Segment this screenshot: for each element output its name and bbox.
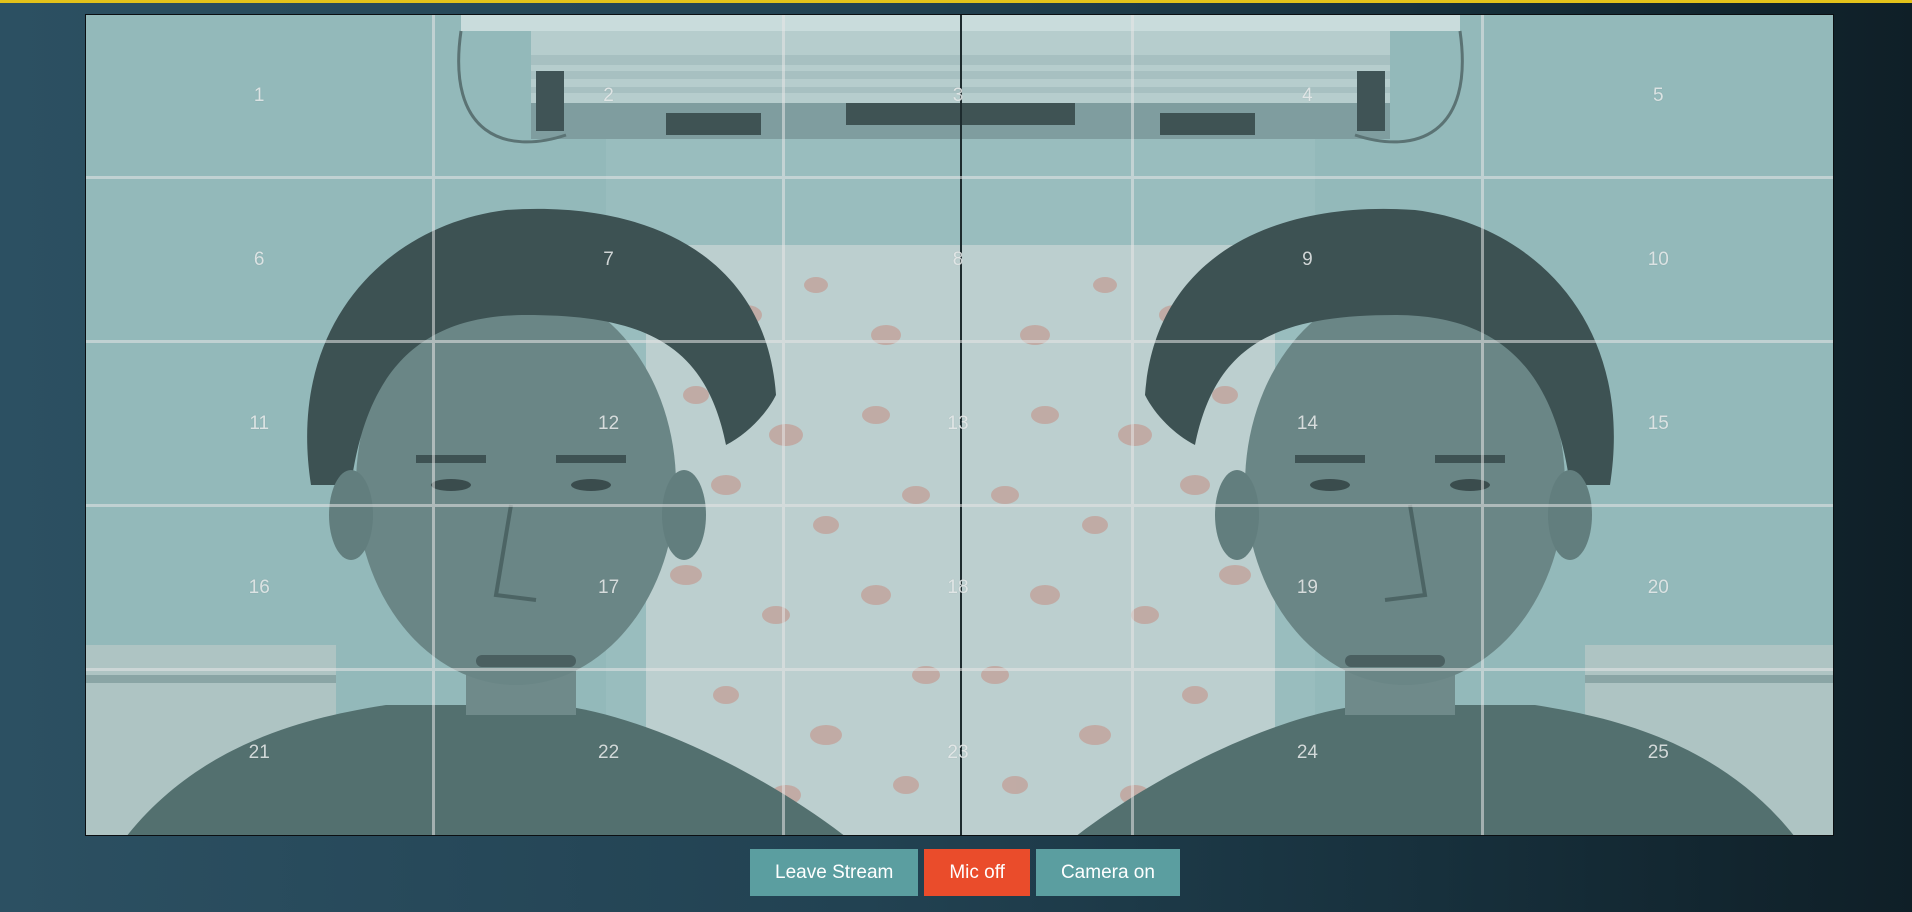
grid-overlay: 1 2 3 4 5 6 7 8 9 10 11 12 13 14 15 16 1… <box>86 15 1833 835</box>
grid-cell-number: 18 <box>947 576 969 598</box>
grid-cell-number: 15 <box>1647 412 1669 434</box>
grid-cell-number: 14 <box>1296 412 1318 434</box>
grid-cell-number: 21 <box>248 742 270 763</box>
grid-cell-8[interactable]: 8 <box>784 179 1135 343</box>
grid-cell-6[interactable]: 6 <box>86 179 436 343</box>
grid-cell-number: 8 <box>952 248 964 270</box>
grid-cell-number: 20 <box>1647 576 1669 598</box>
grid-cell-number: 25 <box>1647 742 1669 763</box>
mic-off-button[interactable]: Mic off <box>924 849 1030 896</box>
grid-cell-3[interactable]: 3 <box>784 15 1135 179</box>
grid-cell-2[interactable]: 2 <box>435 15 785 179</box>
grid-cell-18[interactable]: 18 <box>784 507 1135 671</box>
grid-cell-25[interactable]: 25 <box>1484 671 1833 835</box>
grid-cell-number: 24 <box>1296 742 1318 763</box>
grid-cell-number: 1 <box>253 84 265 106</box>
grid-cell-20[interactable]: 20 <box>1483 507 1833 671</box>
grid-cell-number: 17 <box>598 576 620 598</box>
grid-cell-number: 3 <box>952 84 964 106</box>
grid-cell-number: 4 <box>1302 84 1313 106</box>
video-stream: 1 2 3 4 5 6 7 8 9 10 11 12 13 14 15 16 1… <box>85 14 1834 836</box>
grid-cell-17[interactable]: 17 <box>435 507 785 671</box>
grid-cell-16[interactable]: 16 <box>86 507 436 671</box>
grid-cell-22[interactable]: 22 <box>435 671 785 835</box>
grid-cell-number: 9 <box>1302 248 1313 270</box>
grid-cell-number: 13 <box>947 412 969 434</box>
grid-cell-13[interactable]: 13 <box>784 343 1135 507</box>
camera-on-button[interactable]: Camera on <box>1035 849 1180 896</box>
grid-cell-1[interactable]: 1 <box>86 15 436 179</box>
grid-cell-10[interactable]: 10 <box>1483 179 1833 343</box>
grid-cell-number: 2 <box>603 84 614 106</box>
grid-cell-21[interactable]: 21 <box>86 671 436 835</box>
grid-cell-number: 10 <box>1647 248 1669 270</box>
grid-cell-24[interactable]: 24 <box>1134 671 1484 835</box>
grid-cell-number: 5 <box>1653 84 1664 106</box>
grid-cell-7[interactable]: 7 <box>435 179 785 343</box>
grid-cell-number: 19 <box>1296 576 1318 598</box>
grid-cell-number: 16 <box>248 576 270 598</box>
grid-cell-4[interactable]: 4 <box>1134 15 1484 179</box>
grid-cell-11[interactable]: 11 <box>86 343 436 507</box>
grid-cell-number: 7 <box>603 248 614 270</box>
grid-cell-12[interactable]: 12 <box>435 343 785 507</box>
grid-cell-number: 22 <box>598 742 620 763</box>
grid-cell-number: 12 <box>598 412 620 434</box>
grid-cell-number: 6 <box>253 248 265 270</box>
grid-cell-15[interactable]: 15 <box>1483 343 1833 507</box>
grid-cell-5[interactable]: 5 <box>1483 15 1833 179</box>
leave-stream-button[interactable]: Leave Stream <box>750 849 919 896</box>
grid-cell-number: 23 <box>947 742 969 763</box>
grid-cell-19[interactable]: 19 <box>1134 507 1484 671</box>
grid-cell-9[interactable]: 9 <box>1134 179 1484 343</box>
grid-cell-23[interactable]: 23 <box>785 671 1135 835</box>
top-accent-bar <box>0 0 1912 3</box>
stream-controls: Leave Stream Mic off Camera on <box>0 849 1912 896</box>
grid-cell-14[interactable]: 14 <box>1134 343 1484 507</box>
grid-cell-number: 11 <box>249 412 270 434</box>
